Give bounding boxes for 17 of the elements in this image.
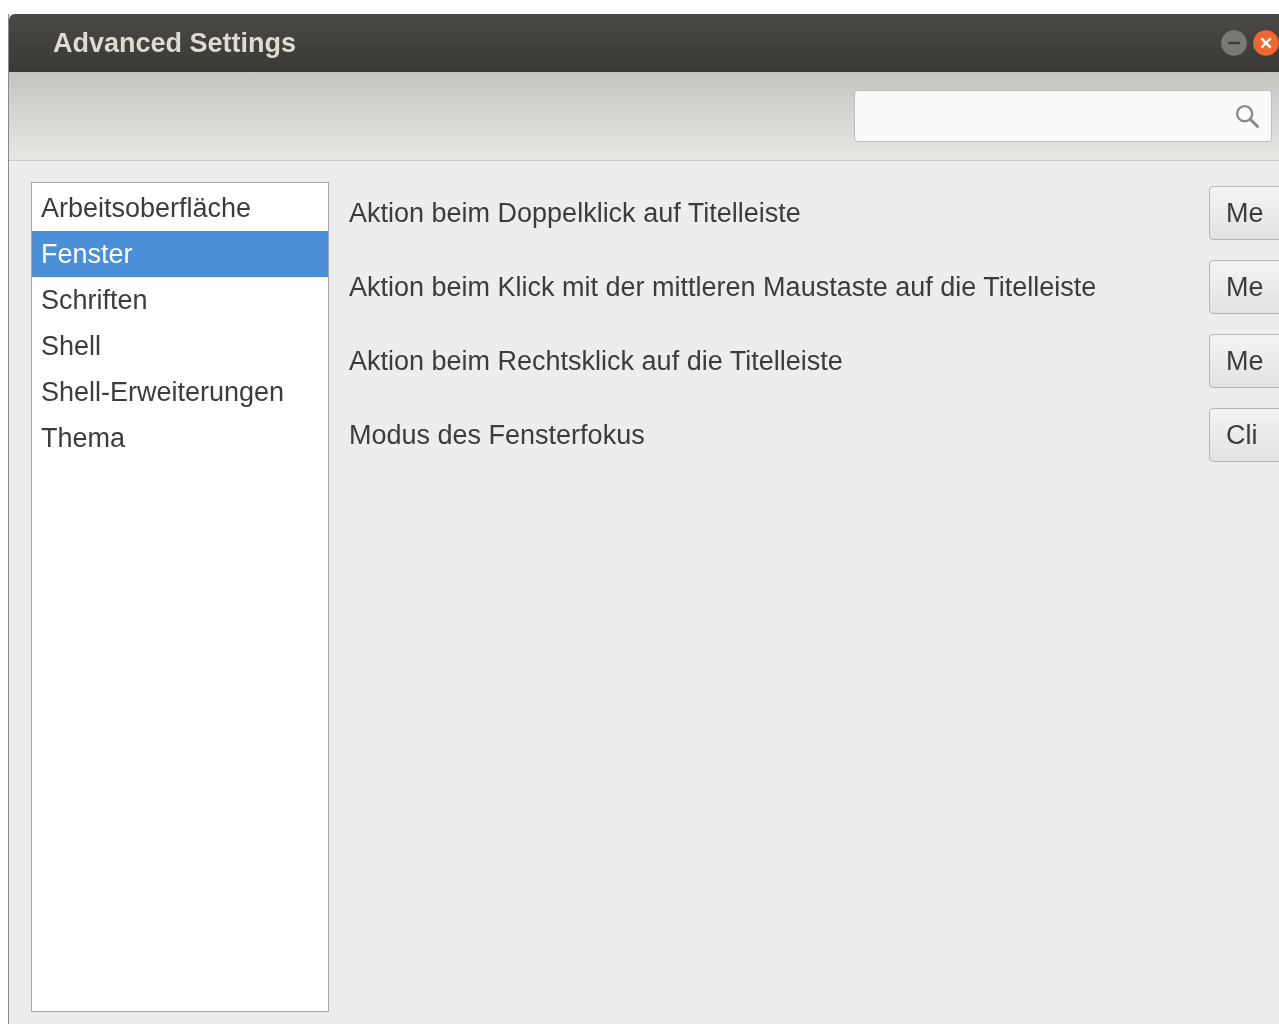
- sidebar-item[interactable]: Shell-Erweiterungen: [32, 369, 328, 415]
- sidebar-item[interactable]: Thema: [32, 415, 328, 461]
- setting-label: Aktion beim Doppelklick auf Titelleiste: [349, 197, 801, 229]
- sidebar-item[interactable]: Arbeitsoberfläche: [32, 185, 328, 231]
- search-field[interactable]: [854, 90, 1272, 142]
- sidebar-item[interactable]: Shell: [32, 323, 328, 369]
- search-icon: [1233, 102, 1261, 130]
- dropdown-button[interactable]: Me: [1209, 260, 1279, 314]
- dropdown-button[interactable]: Cli: [1209, 408, 1279, 462]
- dropdown-button[interactable]: Me: [1209, 186, 1279, 240]
- close-button[interactable]: [1252, 29, 1279, 57]
- window-title: Advanced Settings: [53, 27, 298, 59]
- sidebar-item[interactable]: Schriften: [32, 277, 328, 323]
- setting-label: Modus des Fensterfokus: [349, 419, 645, 451]
- setting-label: Aktion beim Klick mit der mittleren Maustaste auf die Titelleiste: [349, 271, 1097, 303]
- setting-label: Aktion beim Rechtsklick auf die Titelleiste: [349, 345, 843, 377]
- dropdown-button[interactable]: Me: [1209, 334, 1279, 388]
